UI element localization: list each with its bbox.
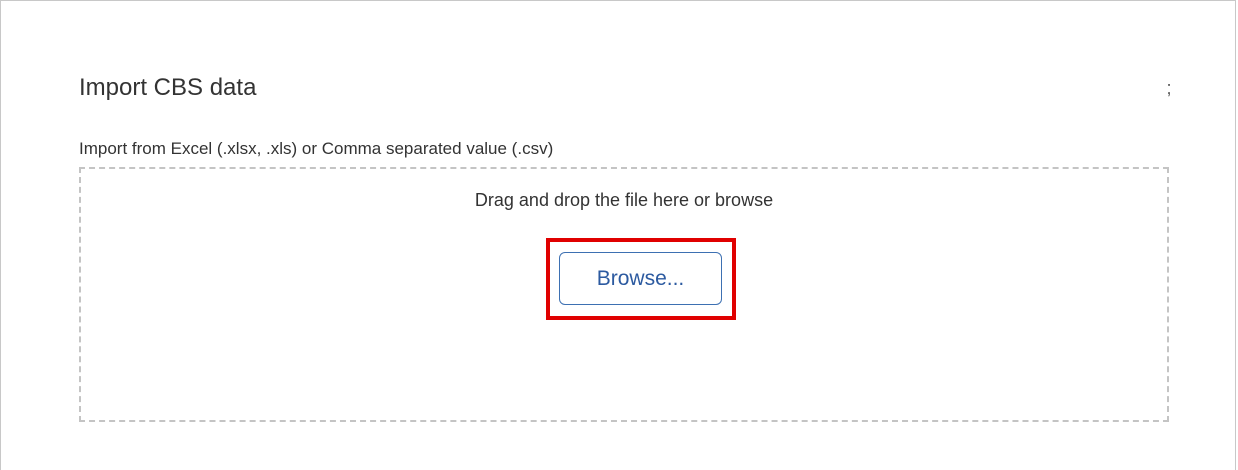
dialog-menu-handle[interactable]: ; bbox=[1163, 76, 1175, 100]
browse-button[interactable]: Browse... bbox=[559, 252, 722, 305]
dialog-title: Import CBS data bbox=[79, 74, 257, 101]
dropzone-instruction: Drag and drop the file here or browse bbox=[474, 190, 774, 210]
import-formats-label: Import from Excel (.xlsx, .xls) or Comma… bbox=[79, 139, 554, 158]
